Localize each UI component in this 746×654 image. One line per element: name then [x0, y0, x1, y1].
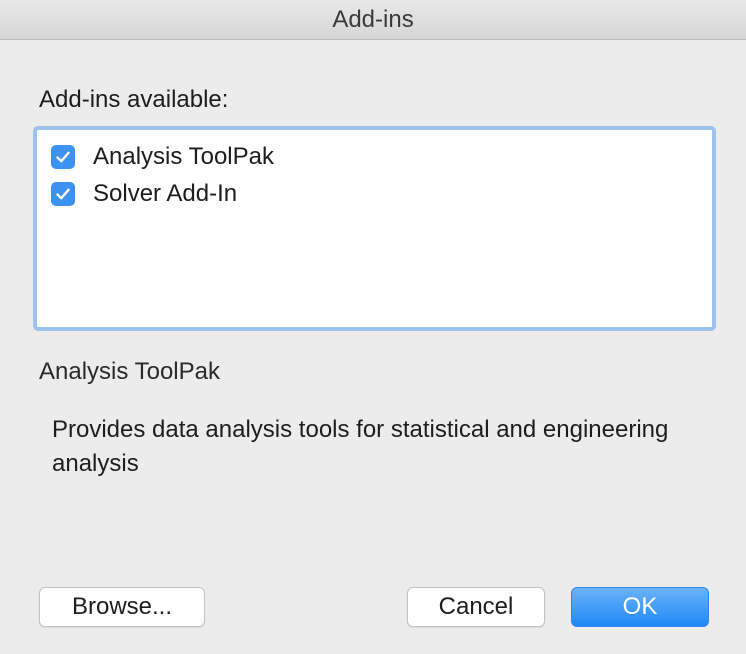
checkmark-icon: [56, 188, 70, 199]
list-item-analysis-toolpak[interactable]: Analysis ToolPak: [43, 138, 706, 175]
list-item-label: Analysis ToolPak: [93, 142, 274, 170]
addins-dialog: Add-ins Add-ins available: Analysis Tool…: [0, 0, 746, 654]
cancel-button[interactable]: Cancel: [407, 587, 545, 627]
window-title: Add-ins: [0, 0, 746, 40]
list-item-label: Solver Add-In: [93, 179, 238, 207]
addins-available-label: Add-ins available:: [39, 86, 229, 113]
browse-button[interactable]: Browse...: [39, 587, 205, 627]
selected-addin-title: Analysis ToolPak: [39, 358, 220, 385]
addins-list[interactable]: Analysis ToolPak Solver Add-In: [33, 126, 716, 331]
checkmark-icon: [56, 151, 70, 162]
list-item-solver-addin[interactable]: Solver Add-In: [43, 175, 706, 212]
ok-button[interactable]: OK: [571, 587, 709, 627]
selected-addin-description: Provides data analysis tools for statist…: [52, 416, 669, 477]
checkbox-solver-addin[interactable]: [51, 181, 75, 206]
checkbox-analysis-toolpak[interactable]: [51, 144, 75, 169]
